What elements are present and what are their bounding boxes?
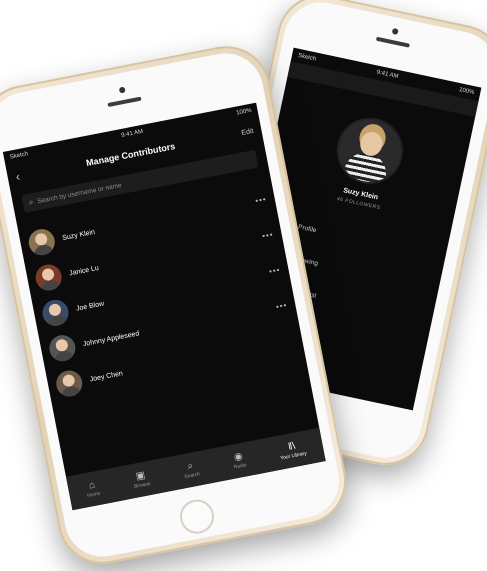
tab-home[interactable]: ⌂ Home	[84, 479, 101, 500]
more-icon[interactable]: •••	[255, 194, 268, 205]
avatar	[26, 226, 58, 258]
avatar	[33, 262, 64, 293]
more-icon[interactable]: •••	[275, 300, 288, 311]
contributor-list: Suzy Klein ••• Janice Lu ••• Joe Blow ••…	[18, 179, 306, 405]
more-icon[interactable]: •••	[268, 265, 281, 276]
tab-browse[interactable]: ▣ Browse	[131, 469, 152, 490]
tab-label: Home	[86, 490, 101, 500]
avatar	[54, 368, 85, 399]
tab-label: Search	[183, 471, 201, 481]
more-icon[interactable]: •••	[261, 229, 274, 240]
tab-your-library[interactable]: ‖\ Your Library	[278, 439, 308, 462]
tab-search[interactable]: ⌕ Search	[182, 460, 201, 481]
edit-button[interactable]: Edit	[241, 127, 254, 136]
clock: 9:41 AM	[120, 128, 144, 139]
avatar	[40, 297, 71, 329]
tab-label: Radio	[233, 462, 248, 471]
search-icon: ⌕	[28, 197, 35, 207]
avatar	[47, 332, 78, 364]
search-placeholder: Search by username or name	[36, 181, 123, 205]
tab-radio[interactable]: ◉ Radio	[231, 450, 248, 471]
battery: 100%	[235, 107, 253, 117]
clock: 9:41 AM	[376, 69, 399, 81]
back-button[interactable]: ‹	[15, 169, 22, 184]
carrier: Sketch	[9, 151, 29, 161]
battery: 100%	[458, 87, 475, 97]
tab-label: Your Library	[279, 450, 308, 462]
carrier: Sketch	[297, 52, 317, 63]
profile-avatar	[330, 111, 409, 190]
